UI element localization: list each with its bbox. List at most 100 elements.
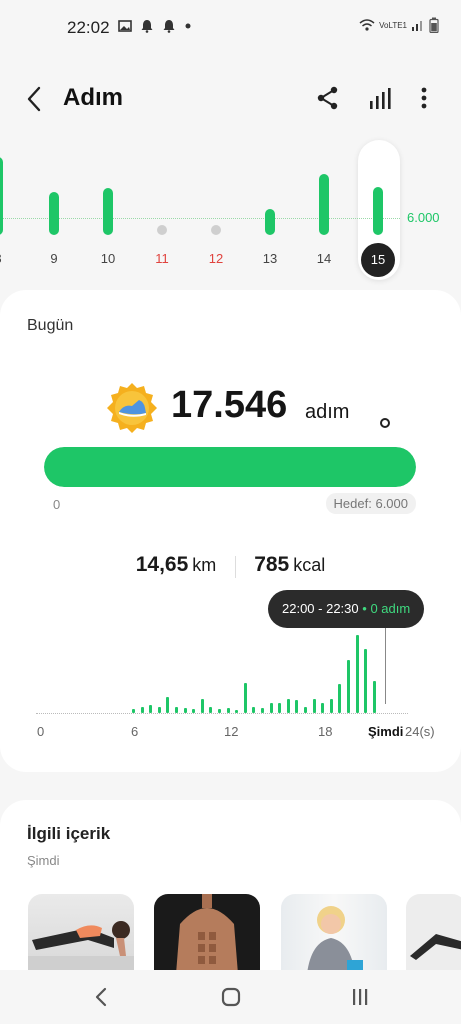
axis-label: 0 — [37, 724, 45, 739]
fitness-woman-thumbnail[interactable] — [281, 894, 387, 974]
nav-home-icon[interactable] — [216, 984, 246, 1010]
goal-line — [0, 218, 400, 219]
nav-back-icon[interactable] — [86, 984, 116, 1010]
page-title: Adım — [63, 84, 123, 111]
medal-shoe-icon — [107, 383, 157, 433]
hour-bar — [278, 703, 281, 713]
hour-bar — [252, 707, 255, 713]
wifi-icon — [359, 19, 375, 31]
hour-bar — [330, 699, 333, 713]
app-header: Adım — [0, 76, 461, 122]
share-icon[interactable] — [314, 84, 342, 112]
week-bar-13[interactable] — [265, 209, 275, 235]
abs-workout-thumbnail[interactable] — [154, 894, 260, 974]
week-bar-8[interactable] — [0, 157, 3, 235]
notification-icons — [118, 19, 192, 33]
selected-time-marker[interactable] — [380, 418, 390, 428]
goal-badge: Hedef: 6.000 — [325, 493, 416, 514]
activity-stats: 14,65 km 785 kcal — [0, 553, 461, 578]
hour-bar — [235, 710, 238, 713]
hour-bar — [132, 709, 135, 713]
stretch-workout-thumbnail[interactable] — [406, 894, 461, 974]
back-arrow-icon[interactable] — [22, 84, 48, 114]
axis-label: 18 — [318, 724, 333, 739]
step-unit: adım — [305, 401, 350, 423]
week-day-label-14[interactable]: 14 — [309, 251, 339, 266]
goal-label: 6.000 — [407, 210, 440, 225]
hour-bar — [295, 700, 298, 713]
bell-icon — [163, 20, 175, 33]
hour-bar — [201, 699, 204, 713]
hour-bar — [270, 703, 273, 713]
week-day-label-12[interactable]: 12 — [201, 251, 231, 266]
axis-label: 6 — [131, 724, 139, 739]
hour-bar — [175, 707, 178, 713]
hour-bar — [313, 699, 316, 713]
axis-label: 12 — [224, 724, 239, 739]
hour-bar — [347, 660, 350, 713]
week-day-label-8[interactable]: 8 — [0, 251, 13, 266]
gallery-icon — [118, 20, 132, 32]
status-time: 22:02 — [67, 18, 110, 37]
bell-icon — [141, 20, 153, 33]
hour-bar — [373, 681, 376, 713]
tooltip-range: 22:00 - 22:30 — [282, 601, 359, 616]
calories-unit: kcal — [293, 555, 326, 575]
battery-icon — [429, 17, 439, 33]
distance-unit: km — [192, 555, 217, 575]
today-label: Bugün — [27, 317, 74, 334]
plank-workout-thumbnail[interactable] — [28, 894, 134, 974]
week-empty-dot-11[interactable] — [157, 225, 167, 235]
hour-bar — [141, 707, 144, 713]
week-bar-14[interactable] — [319, 174, 329, 235]
hour-bar — [184, 708, 187, 713]
system-icons: VoLTE1 — [359, 17, 439, 33]
nav-recents-icon[interactable] — [345, 984, 375, 1010]
hour-bar — [287, 699, 290, 713]
tooltip-value: 0 adım — [370, 601, 411, 616]
week-day-label-9[interactable]: 9 — [39, 251, 69, 266]
week-day-label-13[interactable]: 13 — [255, 251, 285, 266]
hour-bar — [244, 683, 247, 713]
tooltip-separator: • — [362, 601, 367, 616]
goal-progress-fill — [44, 447, 416, 487]
goal-progress-bar — [44, 447, 416, 487]
more-vertical-icon[interactable] — [410, 84, 438, 112]
hour-bar — [338, 684, 341, 713]
tooltip-line — [385, 628, 386, 704]
hour-bar — [218, 709, 221, 713]
hourly-steps-chart[interactable]: 22:00 - 22:30 • 0 adım 0 6 12 18 Şimdi 24(s) — [0, 580, 461, 750]
hour-bar — [158, 707, 161, 713]
weekly-steps-chart[interactable]: 6.000 8 9 10 11 12 13 14 15 — [0, 140, 461, 290]
hour-bar — [356, 635, 359, 713]
system-nav-bar — [0, 970, 461, 1024]
hour-bar — [304, 707, 307, 713]
hour-bar — [227, 708, 230, 713]
status-bar: 22:02 VoLTE1 — [0, 0, 461, 56]
week-day-label-15[interactable]: 15 — [361, 243, 395, 277]
week-day-label-11[interactable]: 11 — [147, 251, 177, 266]
related-title: İlgili içerik — [27, 824, 111, 843]
hour-bar — [321, 703, 324, 713]
week-bar-10[interactable] — [103, 188, 113, 235]
hour-bar — [261, 708, 264, 713]
distance-value: 14,65 — [135, 553, 189, 576]
hour-bar — [209, 707, 212, 713]
signal-icon — [412, 21, 422, 31]
hour-bar — [166, 697, 169, 713]
axis-label-now: Şimdi — [368, 724, 404, 739]
bar-chart-icon[interactable] — [367, 84, 395, 112]
hour-bar — [192, 709, 195, 713]
calories-value: 785 — [254, 553, 290, 576]
hour-bar — [149, 705, 152, 713]
week-empty-dot-12[interactable] — [211, 225, 221, 235]
dot-icon — [185, 23, 191, 29]
chart-baseline — [36, 713, 408, 714]
axis-label: 24(s) — [405, 724, 435, 739]
chart-tooltip: 22:00 - 22:30 • 0 adım — [268, 590, 425, 628]
step-count: 17.546 — [171, 384, 288, 426]
network-label: VoLTE1 — [379, 20, 407, 30]
week-bar-15[interactable] — [373, 187, 383, 235]
week-day-label-10[interactable]: 10 — [93, 251, 123, 266]
week-bar-9[interactable] — [49, 192, 59, 235]
